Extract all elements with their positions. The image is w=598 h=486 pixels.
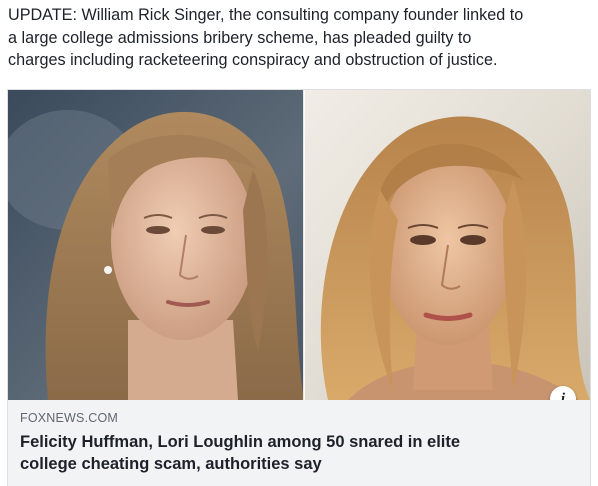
article-photo[interactable] (8, 90, 590, 400)
link-headline[interactable]: Felicity Huffman, Lori Loughlin among 50… (20, 431, 580, 475)
post-message-line: charges including racketeering conspirac… (8, 51, 498, 69)
link-preview-card[interactable]: i FOXNEWS.COM Felicity Huffman, Lori Lou… (7, 89, 591, 486)
link-domain: FOXNEWS.COM (20, 411, 119, 425)
post-message-line: a large college admissions bribery schem… (8, 28, 472, 47)
post-message: UPDATE: William Rick Singer, the consult… (8, 4, 592, 72)
facebook-post: UPDATE: William Rick Singer, the consult… (0, 0, 598, 486)
link-card-footer[interactable]: FOXNEWS.COM Felicity Huffman, Lori Lough… (8, 400, 590, 486)
link-headline-line: college cheating scam, authorities say (20, 455, 322, 473)
link-headline-line: Felicity Huffman, Lori Loughlin among 50… (20, 433, 461, 451)
post-message-line: UPDATE: William Rick Singer, the consult… (8, 6, 524, 24)
